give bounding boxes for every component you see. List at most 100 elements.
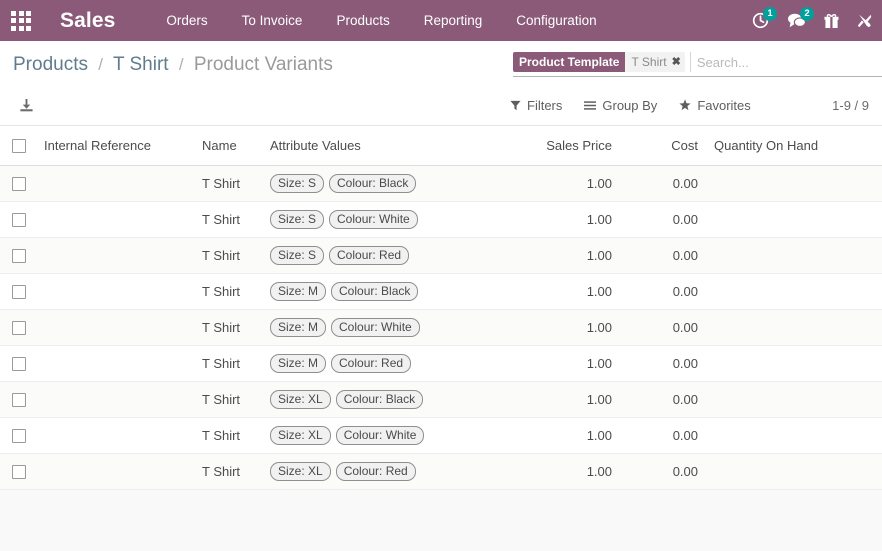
attribute-tag: Size: S: [270, 246, 325, 265]
apps-menu-button[interactable]: [0, 0, 42, 41]
cell-attribute-values: Size: S Colour: Red: [262, 237, 502, 274]
gift-icon[interactable]: [815, 0, 848, 41]
cell-cost: 0.00: [620, 273, 706, 310]
cell-attribute-values: Size: S Colour: White: [262, 201, 502, 238]
table-head: Internal Reference Name Attribute Values…: [0, 126, 882, 166]
cell-attribute-values: Size: XL Colour: Red: [262, 453, 502, 490]
attribute-tag-list: Size: S Colour: Red: [270, 246, 494, 265]
row-select-checkbox[interactable]: [12, 464, 26, 479]
row-select-checkbox[interactable]: [12, 320, 26, 335]
column-header-cost[interactable]: Cost: [620, 126, 706, 166]
menu-item-to-invoice[interactable]: To Invoice: [225, 0, 320, 41]
cell-internal-reference: [36, 201, 194, 238]
row-select-checkbox[interactable]: [12, 248, 26, 263]
row-select-cell: [0, 273, 36, 310]
cell-sales-price: 1.00: [502, 345, 620, 382]
navbar-systray: 1 2: [743, 0, 882, 41]
row-select-checkbox[interactable]: [12, 356, 26, 371]
attribute-tag-list: Size: M Colour: Black: [270, 282, 494, 301]
select-all-checkbox[interactable]: [12, 138, 26, 153]
download-icon: [20, 98, 33, 111]
column-header-quantity-on-hand[interactable]: Quantity On Hand: [706, 126, 882, 166]
column-header-sales-price[interactable]: Sales Price: [502, 126, 620, 166]
groupby-dropdown[interactable]: Group By: [584, 98, 657, 113]
cell-internal-reference: [36, 417, 194, 454]
row-select-checkbox[interactable]: [12, 428, 26, 443]
attribute-tag: Size: S: [270, 210, 325, 229]
cell-sales-price: 1.00: [502, 417, 620, 454]
cell-internal-reference: [36, 165, 194, 202]
cell-attribute-values: Size: XL Colour: Black: [262, 381, 502, 418]
cell-sales-price: 1.00: [502, 309, 620, 346]
cell-name: T Shirt: [194, 417, 262, 454]
cell-internal-reference: [36, 273, 194, 310]
activity-clock-icon[interactable]: 1: [743, 0, 778, 41]
cell-quantity-on-hand: [706, 453, 882, 490]
developer-tools-icon[interactable]: [848, 0, 882, 41]
filters-dropdown[interactable]: Filters: [510, 98, 562, 113]
table-row[interactable]: T Shirt Size: M Colour: Black 1.00 0.00: [0, 273, 882, 310]
table-row[interactable]: T Shirt Size: M Colour: Red 1.00 0.00: [0, 345, 882, 382]
row-select-checkbox[interactable]: [12, 212, 26, 227]
messages-chat-icon[interactable]: 2: [778, 0, 815, 41]
cell-quantity-on-hand: [706, 273, 882, 310]
cell-cost: 0.00: [620, 417, 706, 454]
cell-internal-reference: [36, 453, 194, 490]
table-row[interactable]: T Shirt Size: S Colour: Black 1.00 0.00: [0, 165, 882, 202]
row-select-cell: [0, 381, 36, 418]
cell-quantity-on-hand: [706, 417, 882, 454]
messages-counter-badge: 2: [800, 7, 814, 21]
row-select-cell: [0, 345, 36, 382]
cell-name: T Shirt: [194, 345, 262, 382]
row-select-checkbox[interactable]: [12, 176, 26, 191]
row-select-cell: [0, 165, 36, 202]
list-view-content: Internal Reference Name Attribute Values…: [0, 126, 882, 551]
attribute-tag: Colour: Red: [335, 462, 416, 481]
cell-quantity-on-hand: [706, 237, 882, 274]
search-facet-product-template[interactable]: Product Template T Shirt ✖: [513, 52, 685, 72]
table-row[interactable]: T Shirt Size: S Colour: Red 1.00 0.00: [0, 237, 882, 274]
cell-attribute-values: Size: M Colour: Black: [262, 273, 502, 310]
control-panel-bottom: Filters Group By Favorites 1-9 / 9: [0, 85, 882, 125]
pager[interactable]: 1-9 / 9: [832, 85, 869, 125]
cell-sales-price: 1.00: [502, 201, 620, 238]
search-view: Product Template T Shirt ✖: [513, 52, 882, 77]
row-select-checkbox[interactable]: [12, 284, 26, 299]
cell-attribute-values: Size: XL Colour: White: [262, 417, 502, 454]
attribute-tag: Size: S: [270, 174, 325, 193]
cell-name: T Shirt: [194, 201, 262, 238]
attribute-tag-list: Size: XL Colour: Red: [270, 462, 494, 481]
breadcrumb-item-products[interactable]: Products: [13, 54, 88, 75]
import-export-button[interactable]: [13, 93, 40, 118]
cell-quantity-on-hand: [706, 381, 882, 418]
column-header-name[interactable]: Name: [194, 126, 262, 166]
search-input[interactable]: [689, 52, 882, 72]
table-row[interactable]: T Shirt Size: XL Colour: Black 1.00 0.00: [0, 381, 882, 418]
table-row[interactable]: T Shirt Size: S Colour: White 1.00 0.00: [0, 201, 882, 238]
list-lines-icon: [584, 100, 597, 110]
menu-item-orders[interactable]: Orders: [149, 0, 224, 41]
cell-name: T Shirt: [194, 453, 262, 490]
menu-item-products[interactable]: Products: [319, 0, 406, 41]
cell-name: T Shirt: [194, 237, 262, 274]
row-select-cell: [0, 309, 36, 346]
table-row[interactable]: T Shirt Size: XL Colour: White 1.00 0.00: [0, 417, 882, 454]
table-row[interactable]: T Shirt Size: XL Colour: Red 1.00 0.00: [0, 453, 882, 490]
attribute-tag: Colour: Black: [331, 282, 419, 301]
app-brand-sales[interactable]: Sales: [60, 0, 115, 41]
breadcrumb-item-t-shirt[interactable]: T Shirt: [113, 54, 169, 75]
menu-item-reporting[interactable]: Reporting: [407, 0, 500, 41]
column-header-internal-reference[interactable]: Internal Reference: [36, 126, 194, 166]
column-header-attribute-values[interactable]: Attribute Values: [262, 126, 502, 166]
attribute-tag-list: Size: XL Colour: White: [270, 426, 494, 445]
favorites-label: Favorites: [697, 97, 751, 113]
favorites-dropdown[interactable]: Favorites: [679, 97, 751, 113]
menu-item-configuration[interactable]: Configuration: [499, 0, 613, 41]
search-facet-remove-icon[interactable]: ✖: [672, 52, 681, 72]
table-row[interactable]: T Shirt Size: M Colour: White 1.00 0.00: [0, 309, 882, 346]
cell-cost: 0.00: [620, 345, 706, 382]
attribute-tag-list: Size: M Colour: Red: [270, 354, 494, 373]
row-select-checkbox[interactable]: [12, 392, 26, 407]
cell-internal-reference: [36, 237, 194, 274]
cell-cost: 0.00: [620, 381, 706, 418]
